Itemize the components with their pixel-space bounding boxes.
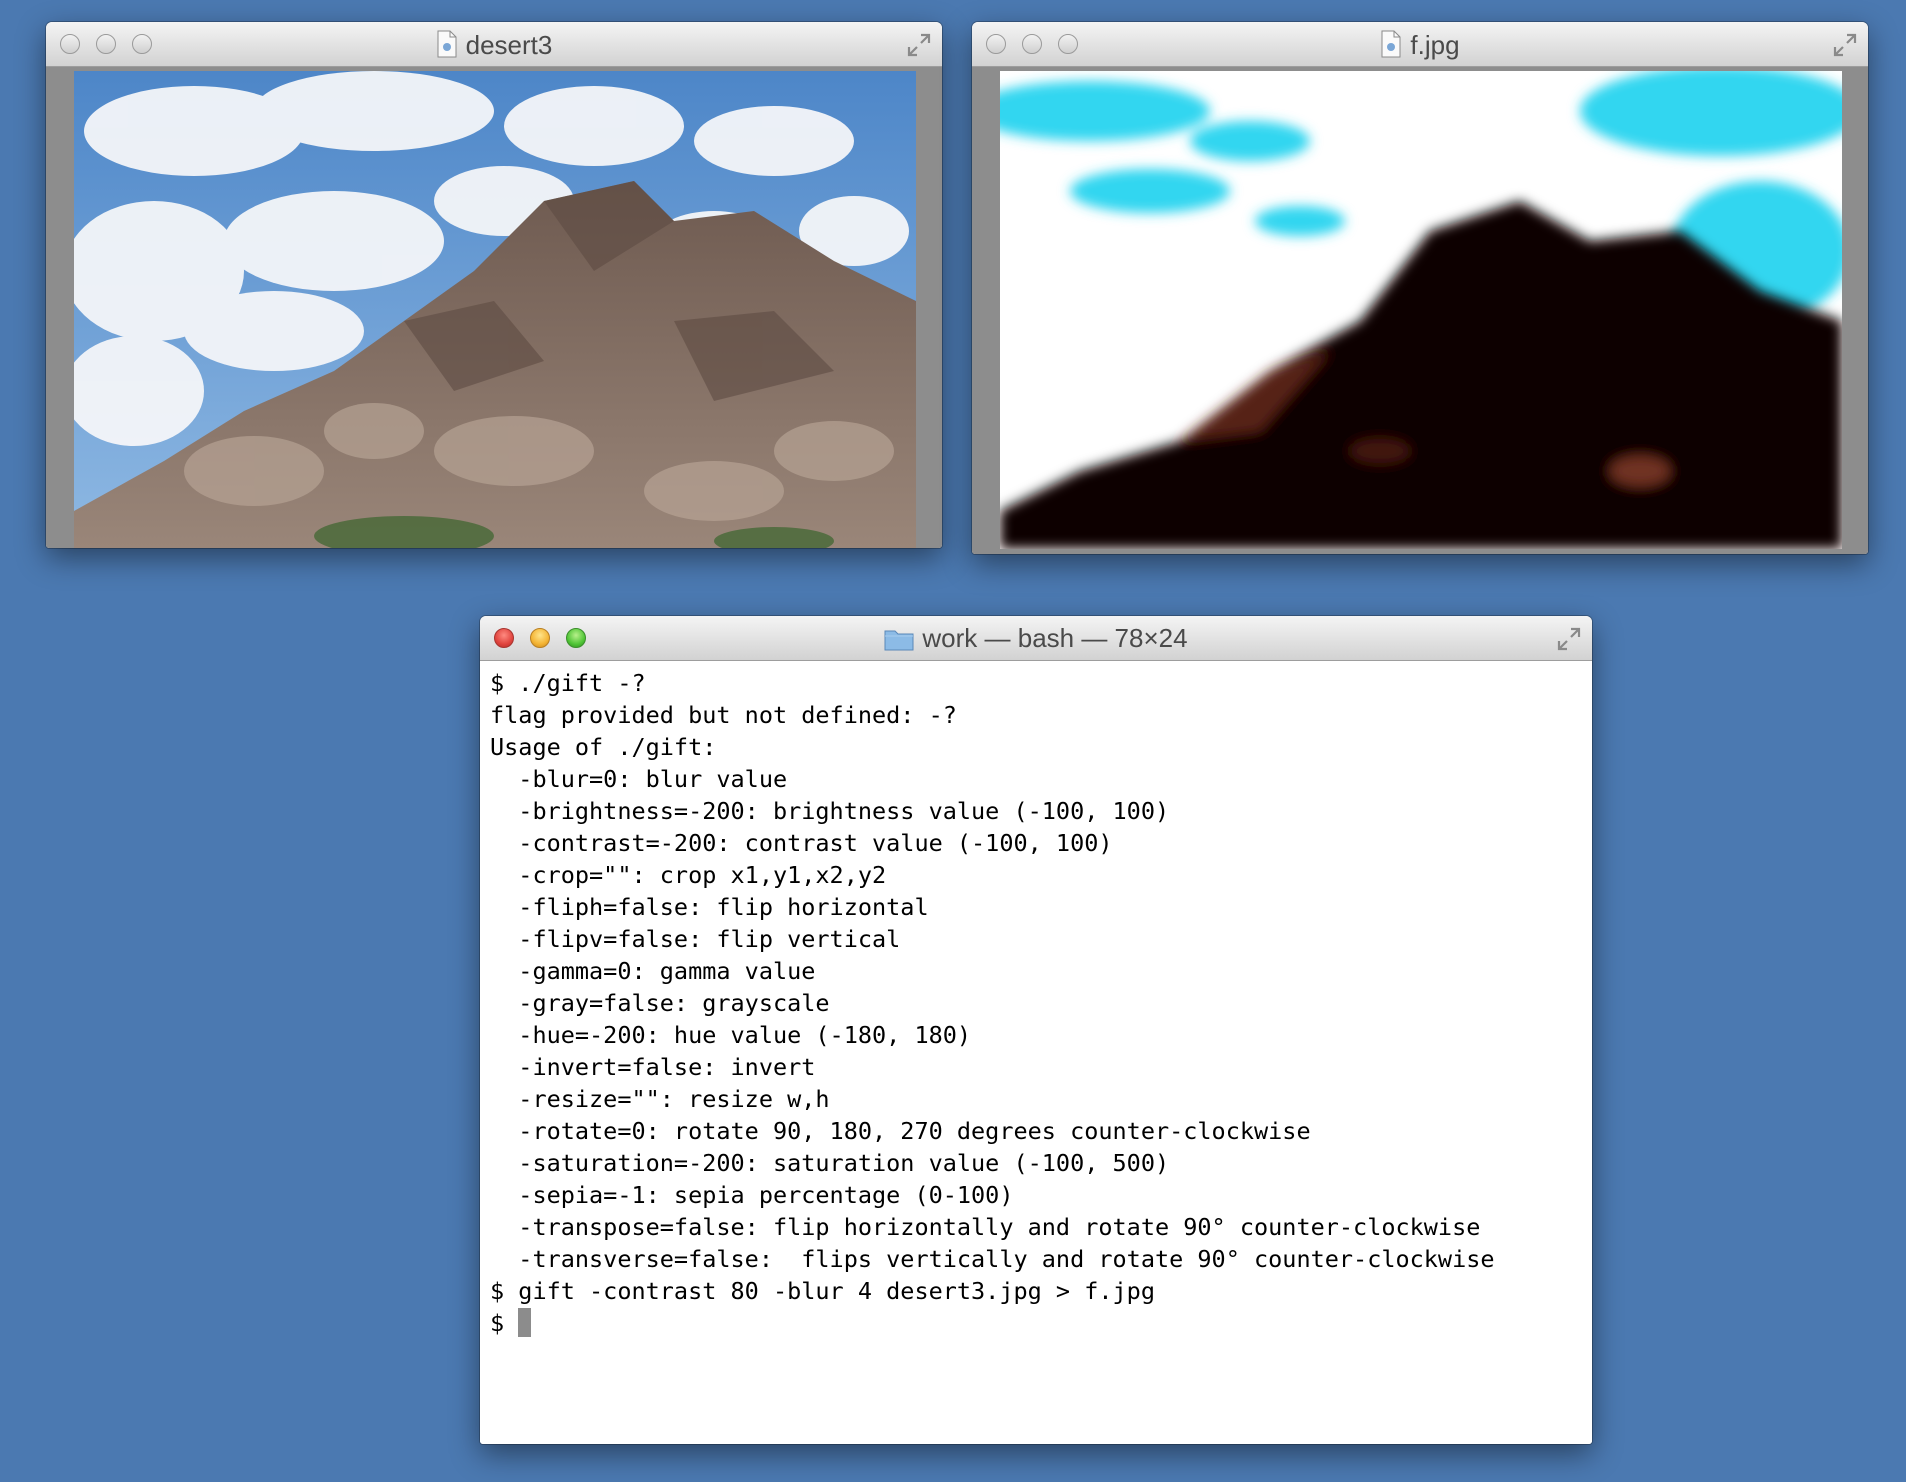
terminal-line: -resize="": resize w,h (490, 1085, 830, 1113)
terminal-line: -contrast=-200: contrast value (-100, 10… (490, 829, 1113, 857)
image-file-icon (1380, 30, 1402, 63)
terminal-line: -flipv=false: flip vertical (490, 925, 901, 953)
fullscreen-icon[interactable] (1556, 626, 1582, 657)
text-cursor (518, 1308, 532, 1337)
terminal-line: -transverse=false: flips vertically and … (490, 1245, 1495, 1273)
terminal-line: $ ./gift -? (490, 669, 646, 697)
terminal-line: flag provided but not defined: -? (490, 701, 957, 729)
image-file-icon (436, 30, 458, 63)
window-title: work — bash — 78×24 (480, 624, 1592, 656)
terminal-line: $ gift -contrast 80 -blur 4 desert3.jpg … (490, 1277, 1155, 1305)
processed-photo (1000, 71, 1842, 549)
image-window-f-jpg[interactable]: f.jpg (972, 22, 1868, 554)
titlebar[interactable]: f.jpg (972, 22, 1868, 67)
image-window-desert3[interactable]: desert3 (46, 22, 942, 548)
terminal-prompt-line[interactable]: $ (490, 1307, 1582, 1339)
terminal-line: -invert=false: invert (490, 1053, 816, 1081)
terminal-line: -sepia=-1: sepia percentage (0-100) (490, 1181, 1014, 1209)
desert-rock-photo (74, 71, 916, 548)
window-title: desert3 (46, 30, 942, 63)
titlebar[interactable]: desert3 (46, 22, 942, 67)
image-canvas (972, 67, 1868, 554)
terminal-line: -brightness=-200: brightness value (-100… (490, 797, 1170, 825)
terminal-line: -gray=false: grayscale (490, 989, 830, 1017)
terminal-line: -saturation=-200: saturation value (-100… (490, 1149, 1170, 1177)
terminal-line: -transpose=false: flip horizontally and … (490, 1213, 1481, 1241)
window-title-text: work — bash — 78×24 (922, 623, 1188, 653)
window-title: f.jpg (972, 30, 1868, 63)
terminal-line: -gamma=0: gamma value (490, 957, 816, 985)
terminal-line: Usage of ./gift: (490, 733, 717, 761)
image-canvas (46, 67, 942, 548)
terminal-window[interactable]: work — bash — 78×24 $ ./gift -? flag prov… (480, 616, 1592, 1444)
terminal-line: -rotate=0: rotate 90, 180, 270 degrees c… (490, 1117, 1311, 1145)
terminal-line: -fliph=false: flip horizontal (490, 893, 929, 921)
window-title-text: f.jpg (1410, 30, 1460, 60)
fullscreen-icon[interactable] (906, 32, 932, 63)
titlebar[interactable]: work — bash — 78×24 (480, 616, 1592, 661)
terminal-line: -hue=-200: hue value (-180, 180) (490, 1021, 972, 1049)
terminal-line: -crop="": crop x1,y1,x2,y2 (490, 861, 887, 889)
window-title-text: desert3 (465, 30, 553, 60)
terminal-output[interactable]: $ ./gift -? flag provided but not defined… (480, 661, 1592, 1444)
prompt: $ (490, 1309, 519, 1337)
fullscreen-icon[interactable] (1832, 32, 1858, 63)
terminal-line: -blur=0: blur value (490, 765, 788, 793)
folder-icon (884, 627, 914, 656)
